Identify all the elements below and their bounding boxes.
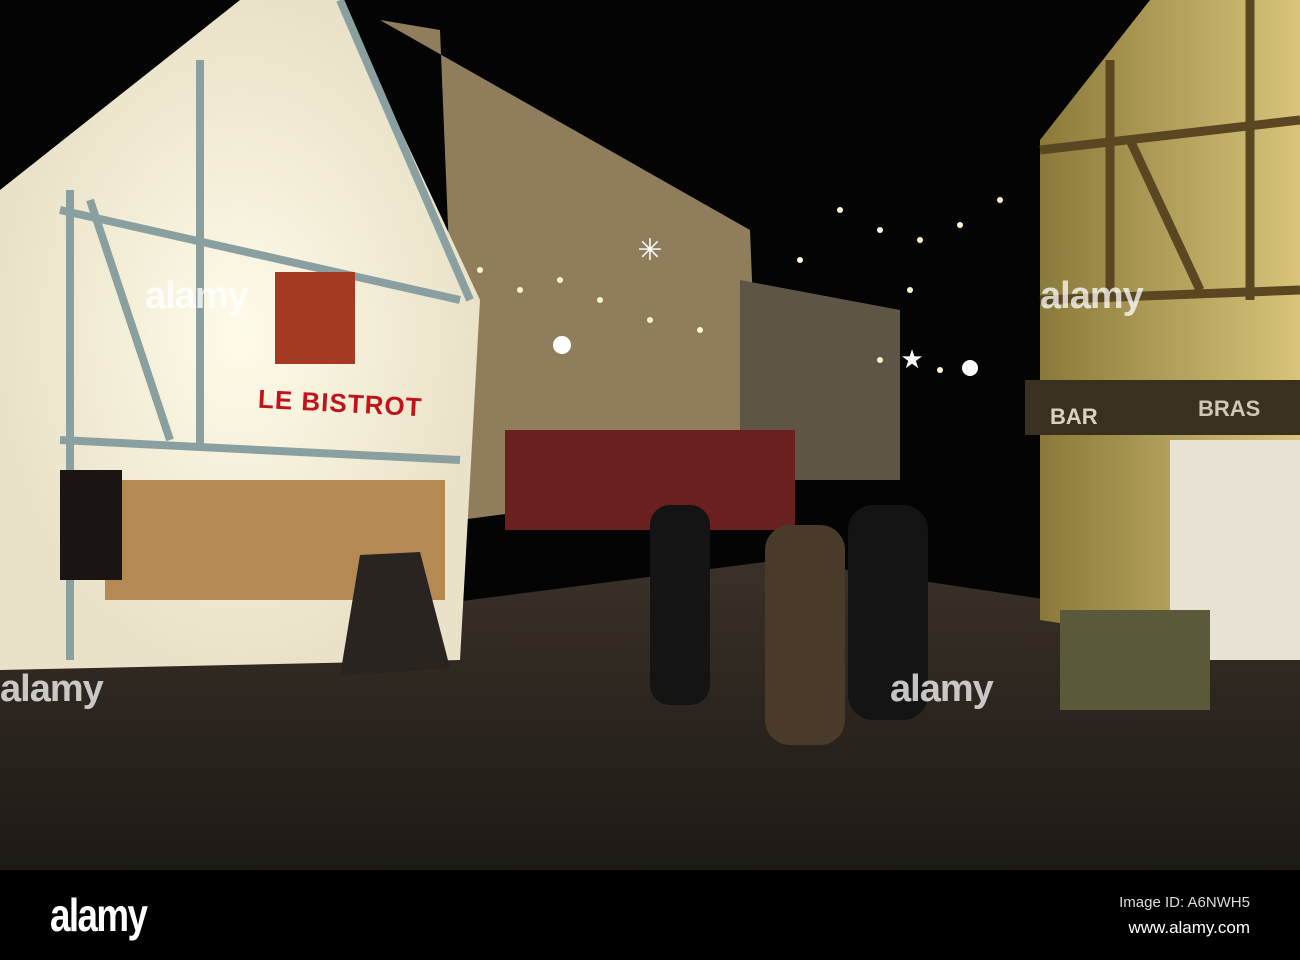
snowflake-light: ✳ [637, 234, 662, 267]
watermark: alamy [1040, 275, 1144, 317]
star-light: ★ [900, 344, 923, 374]
shopfronts [505, 430, 795, 530]
stock-photo: ✳ ★ LE BISTROT BAR BRAS alamy alamy alam… [0, 0, 1300, 960]
bar-sign: BAR [1050, 404, 1098, 429]
image-id: Image ID: A6NWH5 [1119, 894, 1250, 911]
menu-board [60, 470, 122, 580]
alamy-logo: alamy [50, 889, 148, 941]
website-link[interactable]: www.alamy.com [1128, 918, 1250, 938]
planter [1060, 610, 1210, 710]
watermark: alamy [890, 668, 994, 710]
street-lamp [553, 336, 571, 354]
watermark: alamy [0, 668, 104, 710]
night-street-photo: ✳ ★ [0, 0, 1300, 870]
watermark: alamy [145, 275, 249, 317]
window [275, 272, 355, 364]
brasserie-sign: BRAS [1198, 396, 1261, 421]
footer-bar: alamy Image ID: A6NWH5 www.alamy.com [0, 870, 1300, 960]
street-lamp [962, 360, 978, 376]
